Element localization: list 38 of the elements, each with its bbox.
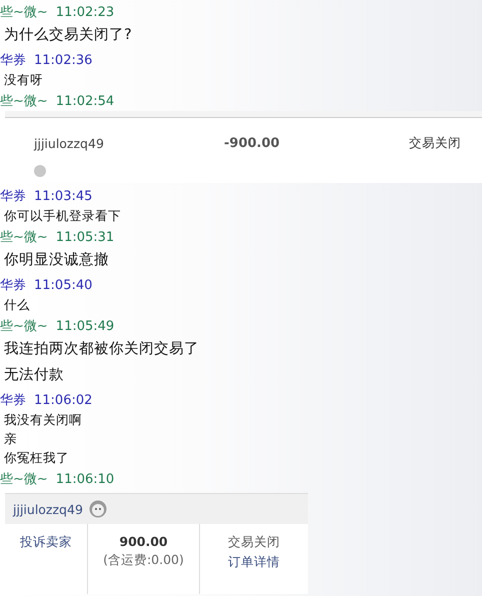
- message-text: 你可以手机登录看下: [3, 207, 122, 225]
- sender-name: 华券: [0, 392, 26, 409]
- message-time: 11:05:40: [34, 278, 92, 292]
- sender-name: 华券: [0, 52, 26, 69]
- sender-name: 些~微~: [0, 93, 48, 110]
- message-time: 11:02:54: [56, 94, 114, 108]
- sender-name: 些~微~: [0, 4, 48, 21]
- message-text: 为什么交易关闭了?: [3, 26, 133, 45]
- message-text: 亲: [3, 430, 18, 448]
- message-text: 什么: [3, 296, 31, 314]
- message-time: 11:06:10: [56, 472, 114, 486]
- sender-name: 些~微~: [0, 229, 48, 246]
- sender-name: 些~微~: [0, 471, 48, 488]
- sender-name: 些~微~: [0, 318, 48, 335]
- message-time: 11:02:23: [56, 4, 114, 20]
- message-time: 11:03:45: [34, 188, 92, 204]
- message-text: 没有呀: [3, 71, 44, 89]
- message-text: 你明显没诚意撤: [3, 251, 110, 270]
- chat-bubble-icon[interactable]: [88, 500, 107, 518]
- order-status: 交易关闭: [228, 534, 280, 551]
- message-text: 你冤枉我了: [3, 449, 70, 467]
- message-time: 11:05:49: [56, 318, 114, 334]
- message-time: 11:05:31: [56, 230, 114, 244]
- shipping-fee: (含运费:0.00): [103, 552, 184, 569]
- sender-name: 华券: [0, 188, 26, 205]
- order-amount: 900.00: [119, 534, 168, 549]
- order-amount: -900.00: [224, 136, 281, 150]
- buyer-account: jjjiulozzq49: [34, 136, 105, 150]
- buyer-link[interactable]: jjjiulozzq49: [13, 502, 83, 516]
- sender-name: 华券: [0, 277, 26, 294]
- message-text: 我连拍两次都被你关闭交易了: [3, 340, 200, 359]
- order-detail-link[interactable]: 订单详情: [228, 554, 280, 571]
- message-time: 11:06:02: [34, 392, 92, 408]
- message-text: 我没有关闭啊: [3, 411, 83, 429]
- complain-link[interactable]: 投诉卖家: [20, 534, 72, 551]
- message-time: 11:02:36: [34, 52, 92, 68]
- order-status: 交易关闭: [409, 134, 461, 152]
- message-text: 无法付款: [3, 366, 65, 385]
